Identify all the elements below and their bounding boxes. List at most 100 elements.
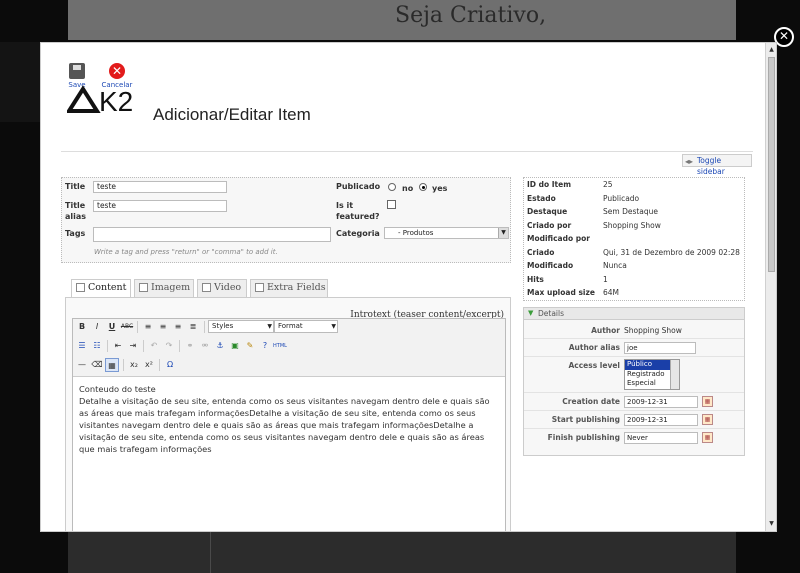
calendar-icon[interactable]: ▦ — [702, 432, 713, 443]
styles-select[interactable]: Styles ▼ — [208, 320, 274, 333]
styles-select-label: Styles — [212, 322, 234, 330]
info-key: Modificado por — [527, 234, 590, 243]
listbox-scrollbar[interactable] — [670, 360, 679, 389]
info-row: Max upload size 64M — [527, 288, 742, 301]
info-row: Destaque Sem Destaque — [527, 207, 742, 220]
access-level-listbox[interactable]: Público Registrado Especial — [624, 359, 680, 390]
tab-extra-fields[interactable]: Extra Fields — [250, 279, 328, 297]
info-value: Qui, 31 de Dezembro de 2009 02:28 — [603, 247, 740, 257]
alias-input[interactable]: teste — [93, 200, 227, 212]
undo-button[interactable]: ↶ — [147, 339, 161, 353]
anchor-button[interactable]: ⚓ — [213, 339, 227, 353]
access-level-label: Access level — [568, 361, 620, 370]
numbered-list-button[interactable]: ☷ — [90, 339, 104, 353]
title-divider — [61, 151, 753, 152]
tab-label: Imagem — [151, 282, 191, 293]
align-left-button[interactable]: ≡ — [141, 320, 155, 334]
featured-checkbox[interactable] — [387, 200, 396, 209]
visual-aid-button[interactable]: ▦ — [105, 358, 119, 372]
category-label: Categoria — [336, 229, 380, 238]
toolbar-separator — [204, 321, 205, 333]
modal-close-icon[interactable]: ✕ — [774, 27, 794, 47]
info-key: Criado por — [527, 220, 572, 230]
published-yes-label: yes — [432, 184, 448, 193]
featured-label: Is it featured? — [336, 201, 380, 221]
item-info-panel: ID do Item 25 Estado Publicado Destaque … — [523, 177, 745, 301]
creation-date-input[interactable]: 2009-12-31 02:28:26 — [624, 396, 698, 408]
calendar-icon[interactable]: ▦ — [702, 414, 713, 425]
scroll-up-icon[interactable]: ▲ — [767, 45, 776, 55]
toolbar-separator — [107, 340, 108, 352]
horizontal-rule-button[interactable]: — — [75, 358, 89, 372]
help-button[interactable]: ? — [258, 339, 272, 353]
alias-label: Title alias — [65, 201, 87, 221]
modal-scrollbar[interactable]: ▲ ▼ — [765, 43, 776, 531]
scroll-thumb[interactable] — [768, 57, 775, 272]
published-no-radio[interactable] — [388, 183, 396, 191]
toolbar-separator — [137, 321, 138, 333]
start-publishing-row: Start publishing 2009-12-31 02:28:26 ▦ — [524, 411, 744, 429]
bold-button[interactable]: B — [75, 320, 89, 334]
start-publishing-input[interactable]: 2009-12-31 02:28:26 — [624, 414, 698, 426]
link-button[interactable]: ⚭ — [183, 339, 197, 353]
toggle-sidebar-button[interactable]: ◂▸ Toggle sidebar — [682, 154, 752, 176]
title-input[interactable]: teste — [93, 181, 227, 193]
italic-button[interactable]: I — [90, 320, 104, 334]
remove-format-button[interactable]: ⌫ — [90, 358, 104, 372]
align-right-button[interactable]: ≡ — [171, 320, 185, 334]
backdrop-divider — [210, 532, 211, 573]
content-heading: Conteudo do teste — [79, 384, 156, 394]
save-icon — [69, 63, 85, 79]
editor-content[interactable]: Conteudo do teste Detalhe a visitação de… — [79, 383, 499, 455]
html-source-button[interactable]: HTML — [273, 339, 287, 353]
redo-button[interactable]: ↷ — [162, 339, 176, 353]
info-key: ID do Item — [527, 180, 572, 189]
special-char-button[interactable]: Ω — [163, 358, 177, 372]
tab-label: Extra Fields — [267, 282, 326, 293]
author-alias-label: Author alias — [568, 343, 620, 352]
author-row: Author Shopping Show — [524, 321, 744, 339]
strikethrough-button[interactable]: ABC — [120, 320, 134, 334]
unlink-button[interactable]: ⚮ — [198, 339, 212, 353]
info-value: Sem Destaque — [603, 207, 659, 216]
indent-button[interactable]: ⇥ — [126, 339, 140, 353]
title-label: Title — [65, 182, 86, 191]
published-label: Publicado — [336, 182, 381, 191]
tab-imagem[interactable]: Imagem — [134, 279, 194, 297]
category-select[interactable]: - Produtos ▼ — [384, 227, 509, 239]
tab-label: Content — [88, 282, 127, 293]
toolbar-separator — [159, 359, 160, 371]
image-button[interactable]: ▣ — [228, 339, 242, 353]
superscript-button[interactable]: x² — [142, 358, 156, 372]
backdrop-side — [0, 42, 40, 122]
subscript-button[interactable]: x₂ — [127, 358, 141, 372]
tab-video[interactable]: Video — [197, 279, 247, 297]
info-key: Criado — [527, 247, 555, 257]
align-justify-button[interactable]: ≣ — [186, 320, 200, 334]
toolbar-separator — [143, 340, 144, 352]
author-alias-input[interactable]: joe — [624, 342, 696, 354]
align-center-button[interactable]: ≡ — [156, 320, 170, 334]
toggle-sidebar-label: Toggle sidebar — [697, 156, 725, 176]
calendar-icon[interactable]: ▦ — [702, 396, 713, 407]
tags-input[interactable] — [93, 227, 331, 242]
rich-text-editor[interactable]: B I U ABC ≡ ≡ ≡ ≣ Styles ▼ Format ▼ ☰ ☷ … — [72, 318, 506, 531]
info-value: Publicado — [603, 193, 640, 203]
cancel-icon: ✕ — [109, 63, 125, 79]
published-no-label: no — [402, 184, 414, 193]
scroll-down-icon[interactable]: ▼ — [767, 519, 776, 529]
item-basic-fields: Title teste Title alias teste Tags Write… — [61, 177, 511, 263]
cleanup-button[interactable]: ✎ — [243, 339, 257, 353]
format-select[interactable]: Format ▼ — [274, 320, 338, 333]
underline-button[interactable]: U — [105, 320, 119, 334]
collapse-triangle-icon: ▼ — [528, 309, 534, 317]
finish-publishing-input[interactable]: Never — [624, 432, 698, 444]
published-yes-radio[interactable] — [419, 183, 427, 191]
tab-label: Video — [214, 282, 242, 293]
tab-content[interactable]: Content — [71, 279, 131, 298]
access-level-row: Access level Público Registrado Especial — [524, 357, 744, 393]
bullet-list-button[interactable]: ☰ — [75, 339, 89, 353]
info-row: Estado Publicado — [527, 194, 742, 207]
outdent-button[interactable]: ⇤ — [111, 339, 125, 353]
details-header[interactable]: ▼ Details — [524, 308, 744, 320]
